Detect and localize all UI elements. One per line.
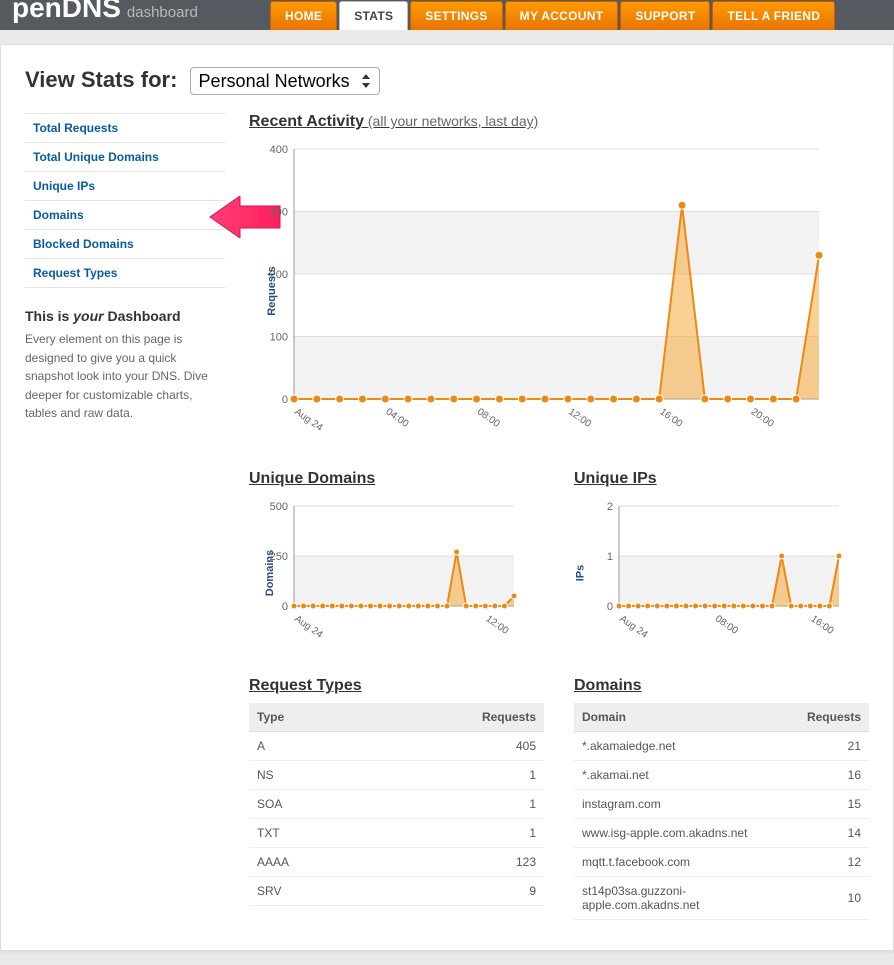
info-body: Every element on this page is designed t… [25,330,225,423]
nav-tab-support[interactable]: SUPPORT [620,1,710,30]
svg-text:12:00: 12:00 [484,613,511,637]
svg-text:12:00: 12:00 [566,406,593,430]
col-requests: Requests [799,703,869,732]
col-requests: Requests [369,703,544,732]
main-content: Recent Activity(all your networks, last … [249,113,869,920]
unique-domains-chart: Domains 0250500Aug 2412:00 [249,496,544,649]
table-row: AAAA123 [249,848,544,877]
sidebar-item-unique-ips[interactable]: Unique IPs [25,172,225,200]
page: View Stats for: Personal Networks Total … [0,44,894,951]
topbar: penDNSdashboard HOMESTATSSETTINGSMY ACCO… [0,0,894,30]
svg-text:0: 0 [282,394,288,406]
y-axis-label: Domains [264,549,276,595]
unique-domains-title: Unique Domains [249,470,544,488]
main-nav: HOMESTATSSETTINGSMY ACCOUNTSUPPORTTELL A… [270,1,837,30]
logo: penDNSdashboard [12,0,198,24]
nav-tab-stats[interactable]: STATS [339,1,408,30]
svg-text:500: 500 [270,501,288,513]
nav-tab-settings[interactable]: SETTINGS [410,1,502,30]
y-axis-label: IPs [574,564,586,581]
unique-ips-chart: IPs 0 1 2 Aug 24 08:00 16:00 [574,496,869,649]
svg-text:400: 400 [270,144,288,156]
nav-tab-home[interactable]: HOME [270,1,337,30]
domains-title: Domains [574,677,869,695]
svg-text:0: 0 [607,601,613,613]
recent-activity-title: Recent Activity(all your networks, last … [249,113,869,131]
network-select-wrap: Personal Networks [190,67,380,95]
page-title: View Stats for: Personal Networks [25,67,869,95]
nav-tab-tell-a-friend[interactable]: TELL A FRIEND [712,1,835,30]
request-types-table: Type Requests A405NS1SOA1TXT1AAAA123SRV9 [249,703,544,906]
table-row: st14p03sa.guzzoni-apple.com.akadns.net10 [574,877,869,920]
table-row: *.akamai.net16 [574,761,869,790]
svg-text:08:00: 08:00 [713,613,740,637]
col-type: Type [249,703,369,732]
y-axis-label: Requests [266,266,278,316]
sidebar: Total RequestsTotal Unique DomainsUnique… [25,113,225,920]
svg-text:2: 2 [607,501,613,513]
svg-text:16:00: 16:00 [657,406,684,430]
table-row: www.isg-apple.com.akadns.net14 [574,819,869,848]
sidebar-item-request-types[interactable]: Request Types [25,259,225,287]
table-row: instagram.com15 [574,790,869,819]
table-row: mqtt.t.facebook.com12 [574,848,869,877]
table-row: NS1 [249,761,544,790]
svg-text:300: 300 [270,207,288,219]
svg-text:0: 0 [282,601,288,613]
svg-text:Aug 24: Aug 24 [292,613,325,640]
recent-activity-chart: Requests 0100200300400Aug 2404:0008:0012… [249,139,869,442]
svg-text:100: 100 [270,332,288,344]
table-row: TXT1 [249,819,544,848]
sidebar-item-blocked-domains[interactable]: Blocked Domains [25,230,225,258]
svg-text:Aug 24: Aug 24 [292,406,325,433]
svg-text:1: 1 [607,551,613,563]
info-heading: This is your Dashboard [25,308,225,324]
table-row: A405 [249,732,544,761]
table-row: SOA1 [249,790,544,819]
svg-text:08:00: 08:00 [475,406,502,430]
svg-text:04:00: 04:00 [384,406,411,430]
sidebar-item-total-unique-domains[interactable]: Total Unique Domains [25,143,225,171]
unique-ips-title: Unique IPs [574,470,869,488]
network-select[interactable]: Personal Networks [190,67,380,95]
request-types-title: Request Types [249,677,544,695]
sidebar-item-total-requests[interactable]: Total Requests [25,114,225,142]
domains-table: Domain Requests *.akamaiedge.net21*.akam… [574,703,869,920]
table-row: SRV9 [249,877,544,906]
sidebar-item-domains[interactable]: Domains [25,201,225,229]
svg-text:Aug 24: Aug 24 [617,613,650,640]
svg-text:16:00: 16:00 [809,613,836,637]
svg-text:20:00: 20:00 [749,406,776,430]
table-row: *.akamaiedge.net21 [574,732,869,761]
col-domain: Domain [574,703,799,732]
nav-tab-my-account[interactable]: MY ACCOUNT [505,1,619,30]
